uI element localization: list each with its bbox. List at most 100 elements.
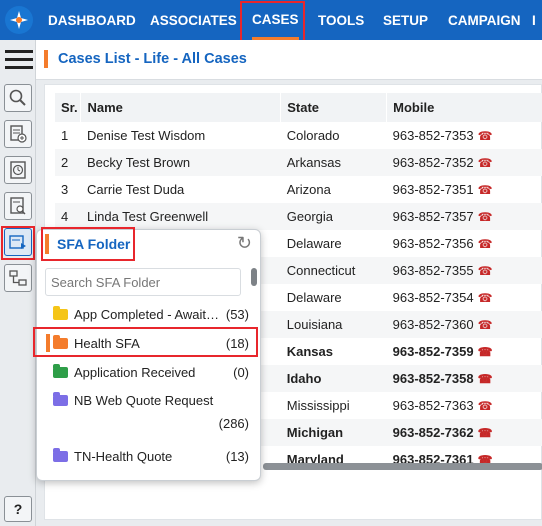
folder-count: (13) [225, 448, 249, 464]
mobile-number: 963-852-7354 [392, 290, 474, 305]
phone-icon[interactable]: ☎ [478, 264, 493, 278]
horizontal-scrollbar[interactable] [263, 463, 542, 470]
folder-icon [53, 363, 68, 378]
cell-state: Arizona [286, 182, 331, 197]
folder-name: Application Received [74, 364, 196, 380]
cell-state: Connecticut [280, 257, 387, 284]
sfa-folder-item[interactable]: TN-Health Quote (13) [53, 445, 249, 467]
sfa-folder-title: SFA Folder [45, 234, 130, 254]
document-search-icon[interactable] [4, 192, 32, 220]
add-document-icon[interactable] [4, 120, 32, 148]
column-header-mobile[interactable]: Mobile [386, 93, 542, 122]
column-header-sr[interactable]: Sr. [55, 93, 82, 122]
sfa-folder-item[interactable]: Health SFA (18) [53, 332, 249, 354]
page-title: Cases List - Life - All Cases [44, 50, 247, 68]
folder-icon [53, 447, 68, 462]
table-row[interactable]: 4 Linda Test Greenwell Georgia 963-852-7357… [55, 203, 542, 230]
refresh-icon[interactable]: ↻ [237, 233, 252, 253]
cell-state: Louisiana [280, 311, 387, 338]
cell-name: Carrie Test Duda [86, 182, 185, 197]
help-button[interactable]: ? [4, 496, 32, 522]
cell-mobile: 963-852-7360 ☎ [386, 311, 542, 338]
cell-state: Kansas [286, 344, 333, 359]
cell-state: Colorado [286, 128, 340, 143]
cell-mobile: 963-852-7359 ☎ [387, 338, 542, 365]
cell-name: Denise Test Wisdom [86, 128, 206, 143]
folder-name: NB Web Quote Request [74, 392, 214, 408]
sfa-folder-item[interactable]: NB Web Quote Request (286) [53, 389, 249, 431]
cell-sr: 3 [61, 182, 69, 197]
cell-mobile: 963-852-7353 ☎ [387, 122, 542, 149]
cell-state: Idaho [280, 365, 387, 392]
app-logo-icon[interactable] [5, 6, 33, 34]
column-header-name[interactable]: Name [80, 93, 282, 122]
history-icon[interactable] [4, 156, 32, 184]
folder-icon [53, 334, 68, 349]
cell-sr: 2 [55, 149, 81, 176]
phone-icon[interactable]: ☎ [478, 210, 493, 224]
mobile-number: 963-852-7359 [392, 344, 474, 359]
phone-icon[interactable]: ☎ [478, 426, 493, 440]
cell-state: Delaware [286, 236, 342, 251]
folder-count: (18) [225, 335, 249, 351]
table-row[interactable]: 1 Denise Test Wisdom Colorado 963-852-7353 ☎ [55, 122, 542, 149]
phone-icon[interactable]: ☎ [478, 156, 493, 170]
cell-state: Delaware [286, 290, 342, 305]
phone-icon[interactable]: ☎ [478, 345, 493, 359]
phone-icon[interactable]: ☎ [478, 291, 493, 305]
cell-mobile: 963-852-7351 ☎ [387, 176, 542, 203]
nav-tools[interactable]: TOOLS [318, 0, 364, 40]
cell-mobile: 963-852-7356 ☎ [387, 230, 542, 257]
selected-indicator [46, 334, 50, 352]
column-header-state[interactable]: State [280, 93, 388, 122]
phone-icon[interactable]: ☎ [478, 183, 493, 197]
phone-icon[interactable]: ☎ [478, 318, 493, 332]
nav-campaign[interactable]: CAMPAIGN [448, 0, 521, 40]
cell-mobile: 963-852-7352 ☎ [386, 149, 542, 176]
phone-icon[interactable]: ☎ [478, 237, 493, 251]
sfa-vertical-scrollbar[interactable] [251, 268, 257, 286]
cell-mobile: 963-852-7355 ☎ [386, 257, 542, 284]
hierarchy-icon[interactable] [4, 264, 32, 292]
menu-icon[interactable] [5, 50, 33, 70]
search-icon[interactable] [4, 84, 32, 112]
cell-mobile: 963-852-7362 ☎ [386, 419, 542, 446]
mobile-number: 963-852-7360 [392, 317, 474, 332]
sfa-folder-icon[interactable] [4, 228, 32, 256]
mobile-number: 963-852-7351 [392, 182, 474, 197]
sfa-folder-item[interactable]: App Completed - Awaiting... (53) [53, 303, 249, 325]
cell-name: Becky Test Brown [80, 149, 281, 176]
mobile-number: 963-852-7357 [392, 209, 474, 224]
cell-state: Georgia [280, 203, 387, 230]
sfa-folder-popup: SFA Folder ↻ App Completed - Awaiting...… [36, 229, 261, 481]
mobile-number: 963-852-7362 [392, 425, 474, 440]
mobile-number: 963-852-7358 [392, 371, 474, 386]
top-nav: DASHBOARD ASSOCIATES CASES TOOLS SETUP C… [0, 0, 542, 40]
folder-count: (286) [218, 416, 249, 431]
nav-setup[interactable]: SETUP [383, 0, 428, 40]
folder-count: (0) [233, 364, 249, 380]
sfa-folder-search-input[interactable] [45, 268, 241, 296]
cell-mobile: 963-852-7354 ☎ [387, 284, 542, 311]
cell-state: Michigan [280, 419, 387, 446]
table-row[interactable]: 3 Carrie Test Duda Arizona 963-852-7351 ☎ [55, 176, 542, 203]
phone-icon[interactable]: ☎ [478, 129, 493, 143]
table-row[interactable]: 2 Becky Test Brown Arkansas 963-852-7352 ☎ [55, 149, 542, 176]
page-header: Cases List - Life - All Cases [36, 40, 542, 80]
cell-mobile: 963-852-7357 ☎ [386, 203, 542, 230]
nav-overflow[interactable]: I [532, 0, 542, 40]
nav-dashboard[interactable]: DASHBOARD [48, 0, 136, 40]
folder-name: Health SFA [74, 335, 140, 351]
phone-icon[interactable]: ☎ [478, 399, 493, 413]
mobile-number: 963-852-7352 [392, 155, 474, 170]
nav-cases[interactable]: CASES [252, 0, 299, 40]
sfa-folder-item[interactable]: Application Received (0) [53, 361, 249, 383]
cell-mobile: 963-852-7363 ☎ [387, 392, 542, 419]
mobile-number: 963-852-7355 [392, 263, 474, 278]
nav-associates[interactable]: ASSOCIATES [150, 0, 237, 40]
cell-state: Arkansas [280, 149, 387, 176]
folder-icon [53, 305, 68, 320]
folder-icon [53, 391, 68, 406]
phone-icon[interactable]: ☎ [478, 372, 493, 386]
cell-sr: 1 [61, 128, 69, 143]
